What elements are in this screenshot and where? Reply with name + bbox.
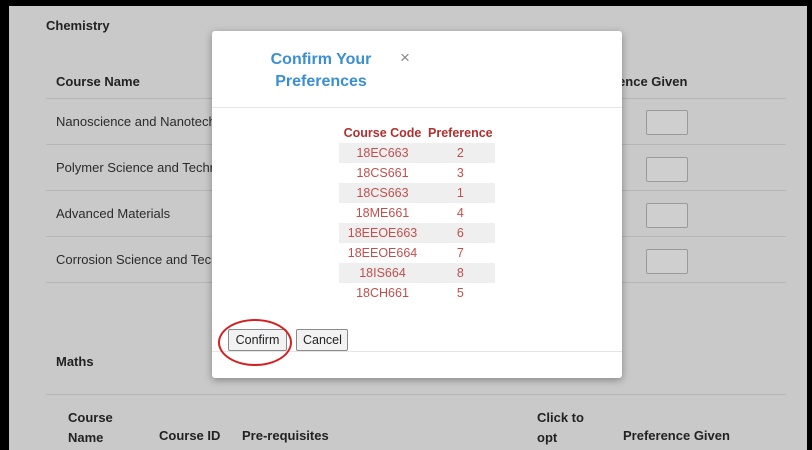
confirm-preferences-modal: Confirm Your Preferences × Course Code P…: [212, 31, 622, 378]
subject-heading-maths: Maths: [56, 354, 94, 369]
course-code-cell: 18ME661: [355, 206, 410, 220]
column-header-preference: Preference: [428, 126, 493, 140]
course-code-cell: 18EEOE663: [339, 223, 426, 243]
modal-title: Confirm Your Preferences: [270, 51, 372, 90]
column-header-click-to-opt: Click to opt: [537, 410, 584, 445]
preference-cell: 1: [426, 183, 495, 203]
column-header-course-name: Course Name: [56, 74, 140, 89]
table-row: 18EEOE663 6: [339, 223, 495, 243]
preference-input[interactable]: [646, 110, 688, 135]
preference-cell: 6: [426, 223, 495, 243]
close-icon[interactable]: ×: [400, 48, 410, 68]
column-header-prerequisites: Pre-requisites: [242, 428, 329, 443]
preference-cell: 2: [426, 143, 495, 163]
table-divider: [46, 394, 786, 395]
preference-cell: 5: [456, 286, 464, 300]
table-row: 18CS663 1: [339, 183, 495, 203]
course-code-cell: 18CS661: [356, 166, 409, 180]
table-row: 18IS664 8: [339, 263, 495, 283]
preferences-table: Course Code Preference 18EC663 2 18CS661…: [339, 123, 495, 303]
course-name: Nanoscience and Nanotech: [56, 114, 216, 129]
preference-cell: 4: [456, 206, 464, 220]
table-header-row: Course Code Preference: [339, 123, 495, 143]
column-header-course-name: Course Name: [68, 410, 113, 445]
column-header-preference-given: rence Given: [613, 74, 688, 89]
column-header-course-id: Course ID: [159, 428, 221, 443]
subject-heading-chemistry: Chemistry: [46, 18, 110, 33]
preference-input[interactable]: [646, 249, 688, 274]
course-code-cell: 18EEOE664: [347, 246, 418, 260]
table-row: 18CS661 3: [339, 163, 495, 183]
course-code-cell: 18CH661: [356, 286, 409, 300]
table-row: 18ME661 4: [339, 203, 495, 223]
preference-cell: 8: [426, 263, 495, 283]
course-code-cell: 18EC663: [339, 143, 426, 163]
course-code-cell: 18CS663: [339, 183, 426, 203]
confirm-button[interactable]: Confirm: [228, 329, 287, 351]
table-row: 18CH661 5: [339, 283, 495, 303]
table-row: 18EC663 2: [339, 143, 495, 163]
cancel-button[interactable]: Cancel: [296, 329, 348, 351]
course-name: Advanced Materials: [56, 206, 171, 221]
preference-cell: 7: [456, 246, 464, 260]
preference-input[interactable]: [646, 157, 688, 182]
modal-header-divider: [212, 107, 622, 108]
column-header-preference-given: Preference Given: [623, 428, 730, 443]
modal-footer-divider: [212, 351, 622, 352]
column-header-course-code: Course Code: [343, 126, 422, 140]
course-name: Corrosion Science and Tech: [56, 252, 219, 267]
course-name: Polymer Science and Techn: [56, 160, 217, 175]
course-code-cell: 18IS664: [339, 263, 426, 283]
table-row: 18EEOE664 7: [339, 243, 495, 263]
preference-cell: 3: [456, 166, 464, 180]
preference-input[interactable]: [646, 203, 688, 228]
